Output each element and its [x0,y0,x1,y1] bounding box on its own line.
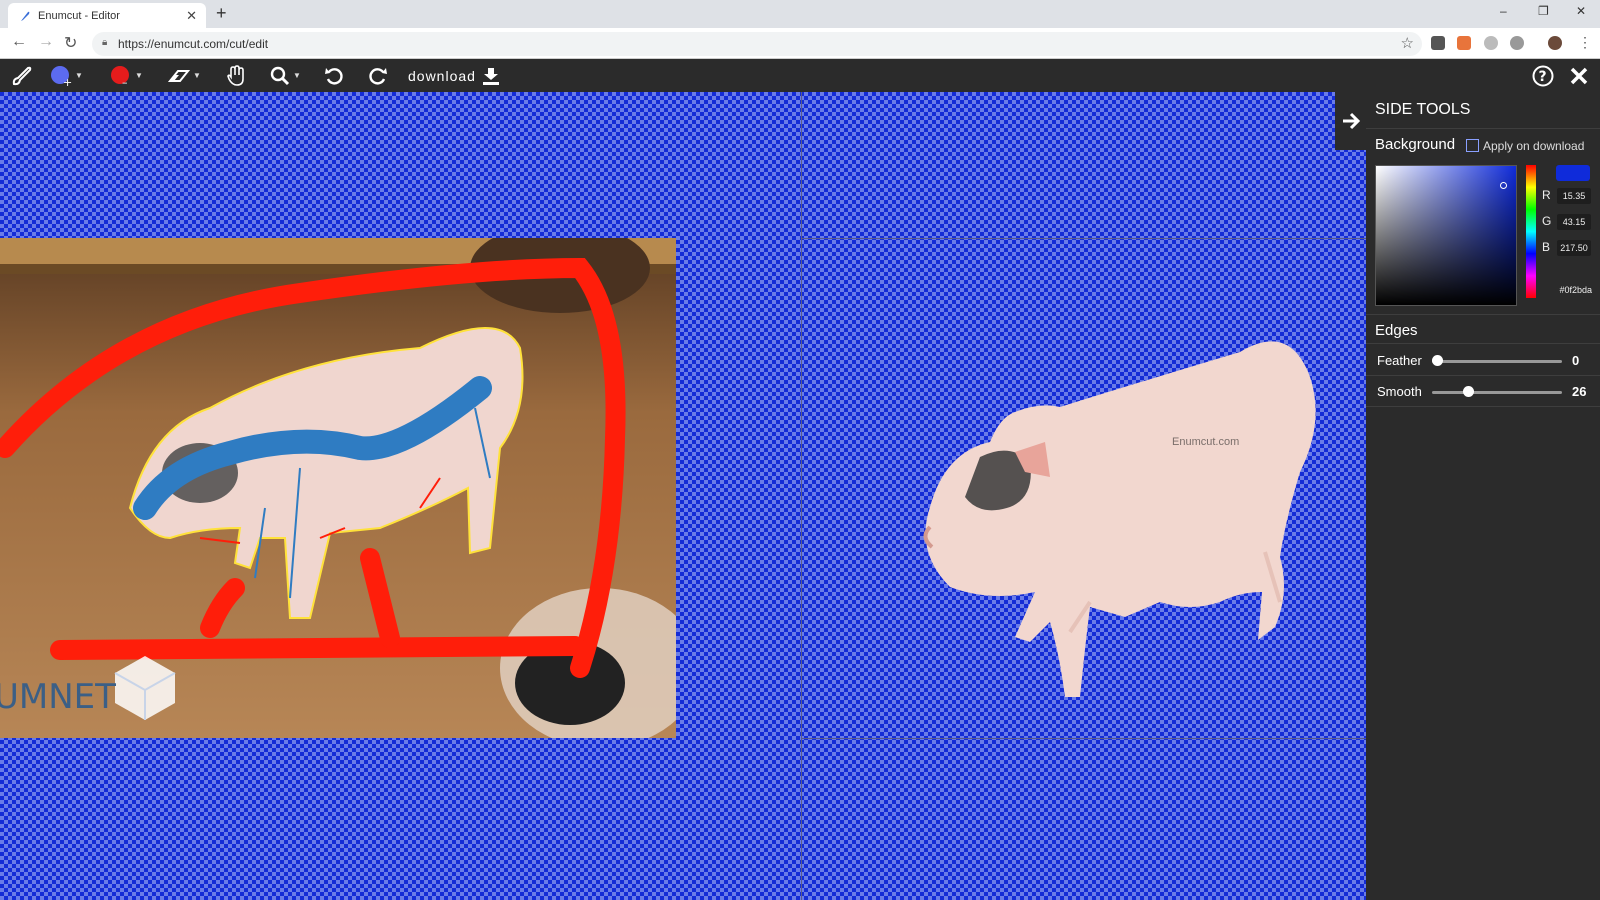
address-bar-row: ← → ↻ 🔒︎ https://enumcut.com/cut/edit ☆ … [0,28,1600,59]
feather-icon [21,11,30,21]
editor-canvas[interactable]: UMNET Enumcut.com [0,92,1366,900]
browser-tab-bar: Enumcut - Editor ✕ + – ❐ ✕ [0,0,1600,28]
green-channel-input[interactable]: 43.15 [1557,214,1591,230]
smooth-value: 26 [1572,384,1587,399]
redo-button[interactable] [368,59,388,92]
extension-icon[interactable] [1510,36,1524,50]
zoom-icon [270,66,290,85]
pan-tool-button[interactable] [226,59,246,92]
hex-color-input[interactable]: #0f2bda [1550,285,1592,295]
feather-label: Feather [1377,353,1422,368]
feather-slider[interactable] [1432,360,1562,363]
reload-icon[interactable]: ↻ [64,33,77,53]
svg-text:–: – [122,76,128,87]
close-editor-button[interactable] [1570,59,1588,92]
edges-label: Edges [1375,322,1418,339]
feather-slider-handle[interactable] [1432,355,1443,366]
remove-brush-dropdown[interactable]: – ▼ [110,59,143,92]
undo-icon [325,67,343,85]
bookmark-star-icon[interactable]: ☆ [1401,34,1414,52]
smooth-slider[interactable] [1432,391,1562,394]
edges-section-header: Edges [1366,314,1600,344]
blue-channel-label: B [1542,240,1551,254]
window-close-button[interactable]: ✕ [1576,4,1586,18]
canvas-divider [801,238,1366,239]
brush-icon [12,66,32,85]
editor-toolbar: + ▼ – ▼ ▼ ▼ download ? [0,59,1600,92]
help-button[interactable]: ? [1532,59,1554,92]
toggle-side-panel-button[interactable] [1335,92,1366,150]
smooth-row: Smooth 26 [1366,376,1600,407]
svg-text:+: + [63,76,72,87]
download-icon [482,67,499,85]
canvas-divider [801,738,1366,739]
url-text: https://enumcut.com/cut/edit [118,37,269,51]
tab-close-icon[interactable]: ✕ [186,8,197,24]
side-panel-title: SIDE TOOLS [1375,101,1471,118]
apply-on-download-label[interactable]: Apply on download [1483,139,1584,153]
back-icon[interactable]: ← [11,33,27,51]
canvas-divider [801,92,802,900]
red-channel-input[interactable]: 15.35 [1557,188,1591,204]
close-icon [1570,67,1588,84]
hue-slider[interactable] [1526,165,1536,298]
chevron-down-icon: ▼ [293,71,301,80]
saturation-picker[interactable] [1375,165,1517,306]
download-button[interactable]: download [408,59,500,92]
red-channel-label: R [1542,188,1551,202]
color-swatch [1556,165,1590,181]
extension-icon[interactable] [1457,36,1471,50]
side-tools-panel: SIDE TOOLS Background Apply on download … [1366,92,1600,900]
eraser-icon [168,69,190,82]
svg-text:?: ? [1539,69,1547,85]
forward-icon[interactable]: → [38,33,54,51]
chevron-down-icon: ▼ [75,71,83,80]
browser-tab[interactable]: Enumcut - Editor ✕ [8,3,206,28]
zoom-dropdown[interactable]: ▼ [270,59,301,92]
tab-title: Enumcut - Editor [38,10,120,22]
blue-channel-input[interactable]: 217.50 [1557,240,1591,256]
remove-brush-icon: – [111,65,129,87]
hand-icon [227,64,244,86]
new-tab-button[interactable]: + [216,3,227,24]
browser-menu-icon[interactable]: ⋮ [1578,34,1592,51]
background-label: Background [1375,136,1456,153]
add-brush-icon: + [51,65,72,87]
lock-icon: 🔒︎ [102,37,108,48]
undo-button[interactable] [324,59,344,92]
arrow-right-icon [1342,112,1360,130]
background-row: Background Apply on download [1366,128,1600,160]
url-field[interactable]: 🔒︎ https://enumcut.com/cut/edit ☆ [92,32,1422,56]
download-label: download [408,67,476,84]
smooth-slider-handle[interactable] [1462,386,1474,397]
add-brush-dropdown[interactable]: + ▼ [50,59,83,92]
feather-value: 0 [1572,353,1580,368]
brush-mode-button[interactable] [10,59,34,92]
restore-button[interactable]: ❐ [1538,4,1549,18]
minimize-button[interactable]: – [1500,4,1507,18]
chevron-down-icon: ▼ [193,71,201,80]
smooth-label: Smooth [1377,384,1422,399]
feather-row: Feather 0 [1366,345,1600,376]
result-watermark-text: Enumcut.com [1172,436,1240,448]
redo-icon [369,67,387,85]
extension-icon[interactable] [1484,36,1498,50]
source-watermark-text: UMNET [0,677,116,717]
chevron-down-icon: ▼ [135,71,143,80]
help-icon: ? [1532,65,1554,86]
eraser-dropdown[interactable]: ▼ [168,59,201,92]
extension-icon[interactable] [1431,36,1445,50]
source-photo-svg: UMNET [0,238,676,738]
source-image[interactable]: UMNET [0,238,676,738]
profile-avatar[interactable] [1548,36,1562,50]
cutout-result-image[interactable] [910,302,1340,712]
apply-on-download-checkbox[interactable] [1466,139,1479,152]
picker-handle[interactable] [1500,182,1507,189]
green-channel-label: G [1542,214,1552,228]
